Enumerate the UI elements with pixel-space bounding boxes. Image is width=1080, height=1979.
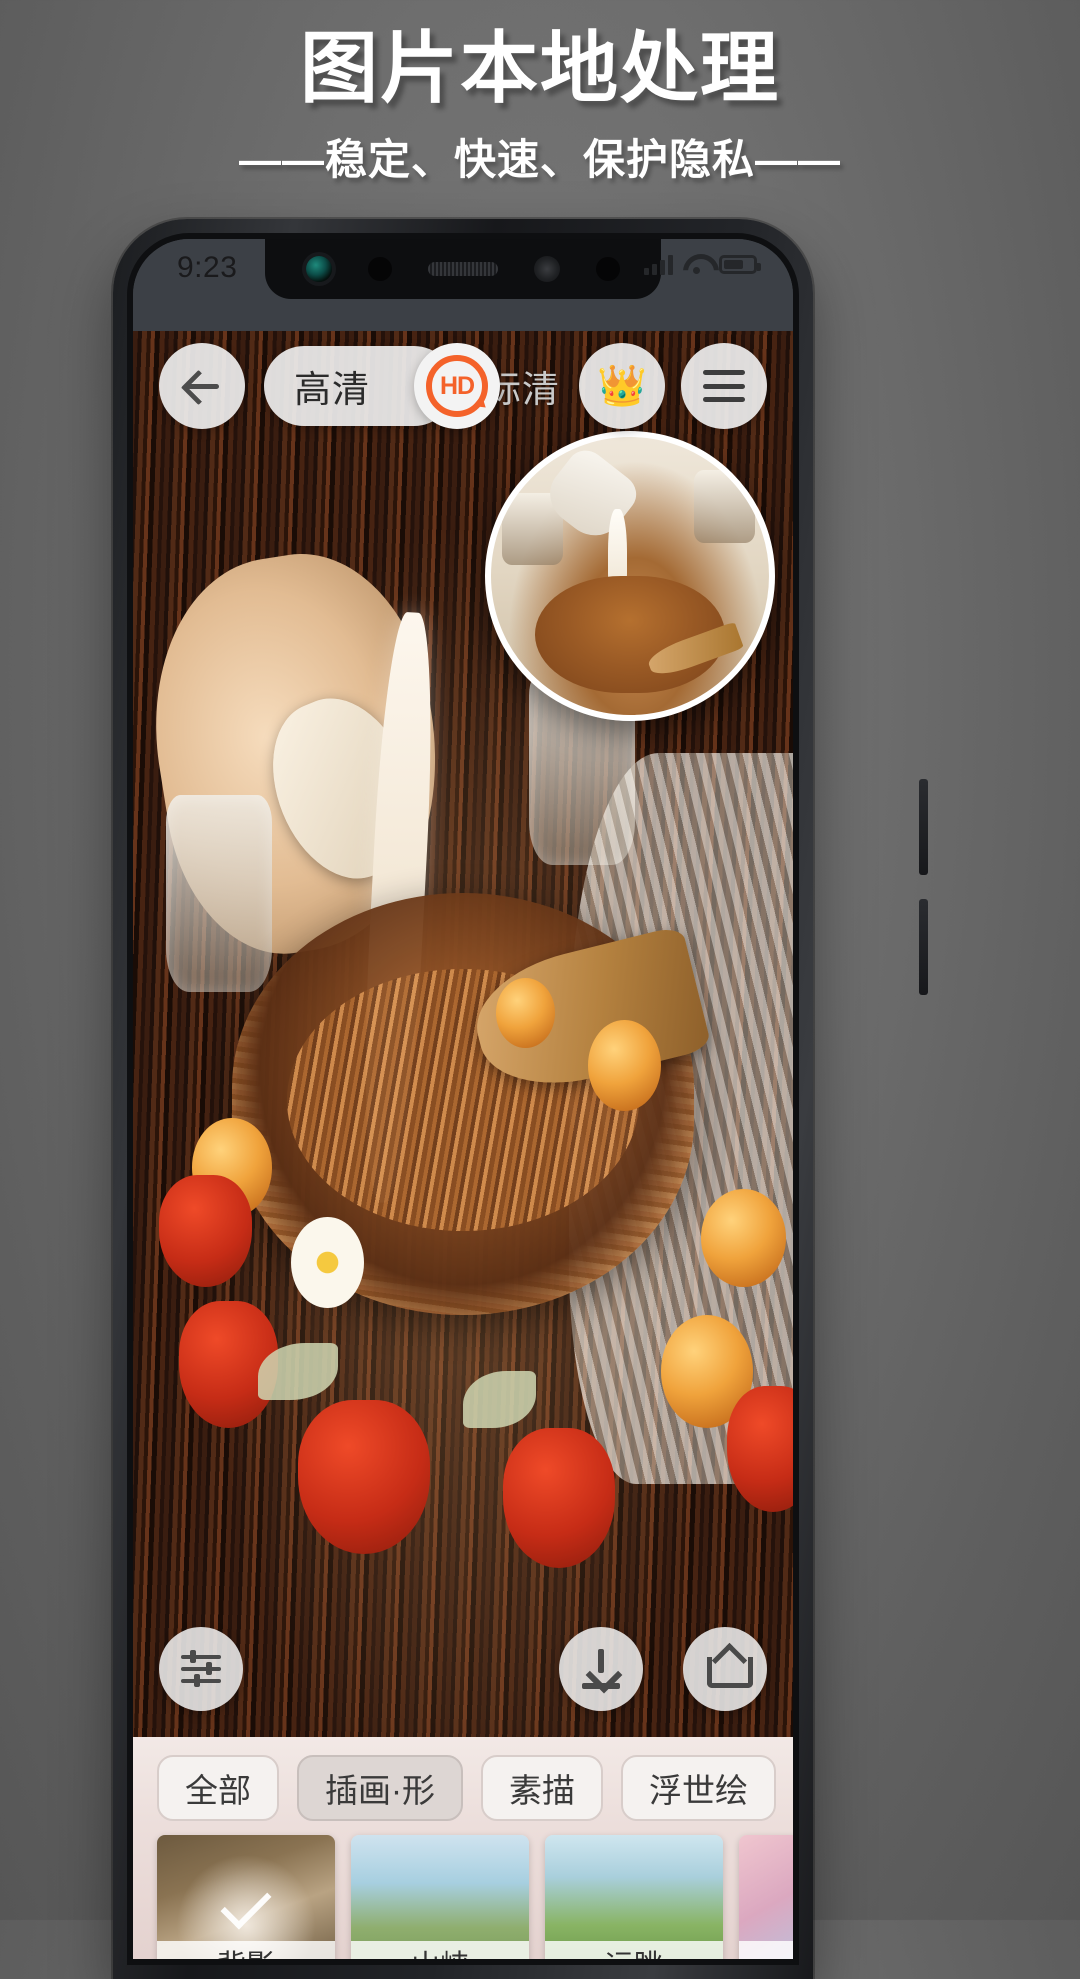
page-title: 图片本地处理	[299, 24, 780, 113]
ambient-sensor-icon	[596, 257, 620, 281]
download-button[interactable]	[559, 1627, 643, 1711]
canvas-action-row	[133, 1627, 793, 1711]
style-thumbnail-list[interactable]: 背影 山峡 远眺	[133, 1835, 793, 1959]
style-thumbnail[interactable]	[739, 1835, 793, 1959]
style-thumbnail-label	[739, 1941, 793, 1959]
hd-badge-icon[interactable]: HD	[414, 343, 500, 429]
sensor-dot-icon	[368, 257, 392, 281]
style-thumbnail-label: 远眺	[545, 1941, 723, 1959]
share-button[interactable]	[683, 1627, 767, 1711]
decor-strawberry	[502, 1427, 615, 1569]
preview-jar-right	[693, 470, 756, 543]
vip-button[interactable]: 👑	[579, 343, 665, 429]
hamburger-menu-icon	[703, 370, 745, 402]
phone-bezel: 9:23 高清 HD 标清 👑 全部 插画·形 素描 浮世绘	[127, 233, 799, 1965]
status-bar: 9:23	[133, 239, 793, 331]
toolbar-right-buttons: 👑	[579, 343, 767, 429]
style-thumbnail[interactable]: 背影	[157, 1835, 335, 1959]
decor-fruit	[700, 1188, 787, 1288]
category-tabs[interactable]: 全部 插画·形 素描 浮世绘 版画 水	[133, 1737, 793, 1835]
category-tab-sketch[interactable]: 素描	[481, 1755, 603, 1821]
decor-strawberry	[298, 1399, 430, 1555]
share-icon	[705, 1650, 753, 1688]
signal-bars-icon	[644, 253, 673, 275]
promo-banner: 图片本地处理 ——稳定、快速、保护隐私——	[0, 0, 1080, 215]
decor-strawberry	[727, 1385, 793, 1513]
category-tab-all[interactable]: 全部	[157, 1755, 279, 1821]
sliders-icon	[181, 1650, 221, 1687]
crown-icon: 👑	[597, 364, 647, 408]
quality-toggle-group[interactable]: 高清 HD 标清	[264, 343, 560, 429]
phone-mockup: 9:23 高清 HD 标清 👑 全部 插画·形 素描 浮世绘	[113, 219, 928, 1979]
battery-icon	[719, 254, 761, 274]
decor-strawberry	[159, 1174, 252, 1288]
volume-up-button[interactable]	[919, 779, 928, 875]
style-thumbnail-label: 背影	[157, 1941, 335, 1959]
proximity-sensor-icon	[534, 256, 560, 282]
decor-fruit	[588, 1019, 661, 1112]
hd-ring: HD	[426, 355, 488, 417]
decor-fruit	[496, 977, 556, 1049]
hd-badge-text: HD	[439, 371, 475, 400]
volume-down-button[interactable]	[919, 899, 928, 995]
phone-screen: 9:23 高清 HD 标清 👑 全部 插画·形 素描 浮世绘	[133, 239, 793, 1959]
style-panel: 全部 插画·形 素描 浮世绘 版画 水 背影 山峡 远眺	[133, 1737, 793, 1959]
front-camera-icon	[306, 256, 332, 282]
menu-button[interactable]	[681, 343, 767, 429]
notch	[265, 239, 661, 299]
decor-leaf	[463, 1371, 536, 1428]
original-preview-bubble[interactable]	[485, 431, 775, 721]
download-icon	[582, 1649, 620, 1689]
adjust-button[interactable]	[159, 1627, 243, 1711]
category-tab-ukiyoe[interactable]: 浮世绘	[621, 1755, 776, 1821]
style-thumbnail-label: 山峡	[351, 1941, 529, 1959]
decor-daisy	[291, 1216, 364, 1309]
earpiece-speaker-icon	[428, 262, 498, 276]
action-right-group	[559, 1627, 767, 1711]
app-toolbar: 高清 HD 标清 👑	[133, 343, 793, 429]
decor-jar-left	[166, 794, 272, 992]
quality-hd-label: 高清	[294, 369, 370, 410]
style-thumbnail[interactable]: 山峡	[351, 1835, 529, 1959]
style-thumbnail[interactable]: 远眺	[545, 1835, 723, 1959]
photo-canvas[interactable]	[133, 331, 793, 1737]
page-subtitle: ——稳定、快速、保护隐私——	[238, 135, 841, 183]
back-button[interactable]	[159, 343, 245, 429]
status-icons	[644, 253, 761, 275]
wifi-icon	[683, 254, 709, 274]
status-time: 9:23	[177, 251, 238, 284]
category-tab-illustration[interactable]: 插画·形	[297, 1755, 463, 1821]
back-arrow-icon	[181, 365, 223, 407]
